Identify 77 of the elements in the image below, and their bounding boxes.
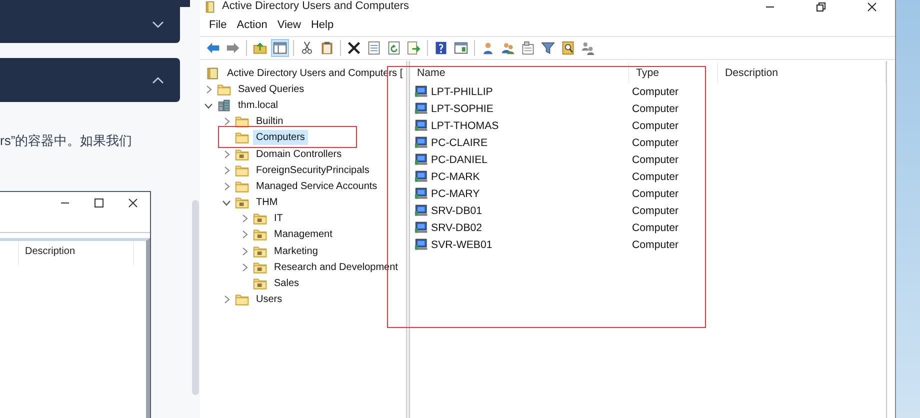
column-header[interactable]: Type	[629, 63, 718, 83]
table-cell: LPT-PHILLIP	[431, 86, 493, 98]
close-icon[interactable]	[867, 2, 877, 12]
tree-item[interactable]: Computers	[253, 130, 308, 146]
tree-item[interactable]: Marketing	[271, 244, 321, 259]
computer-icon	[415, 119, 430, 132]
table-cell: LPT-THOMAS	[431, 120, 499, 132]
computer-icon	[415, 238, 430, 251]
folder-icon	[235, 180, 249, 193]
table-cell: PC-MARK	[431, 170, 480, 182]
menu-item[interactable]: View	[272, 16, 306, 32]
tree-item[interactable]: THM	[253, 195, 281, 210]
scrollbar-thumb[interactable]	[192, 200, 199, 395]
chevron-up-icon[interactable]	[152, 76, 164, 84]
tree-item[interactable]: Users	[253, 292, 286, 308]
tree-item[interactable]: Saved Queries	[235, 82, 308, 97]
table-cell: SRV-DB02	[431, 222, 482, 234]
computer-icon	[415, 204, 430, 217]
table-cell: PC-CLAIRE	[431, 136, 488, 148]
console-icon	[206, 66, 220, 80]
table-cell: PC-DANIEL	[431, 154, 488, 166]
tree-item[interactable]: IT	[271, 211, 286, 226]
folder-icon	[235, 148, 249, 161]
folder-icon	[235, 164, 249, 177]
maximize-icon[interactable]	[94, 198, 104, 208]
tree-item[interactable]: Sales	[271, 276, 302, 292]
tree-item[interactable]: thm.local	[235, 98, 282, 113]
domain-icon	[217, 98, 231, 112]
table-cell-text: Computer	[631, 154, 679, 166]
table-cell-text: Computer	[631, 120, 679, 132]
table-cell-text: Computer	[631, 238, 679, 250]
table-cell: SVR-WEB01	[431, 238, 492, 250]
table-cell-text: Computer	[631, 204, 679, 216]
folder-icon	[253, 228, 267, 242]
tree-item[interactable]: Management	[271, 227, 336, 242]
computer-icon	[415, 170, 430, 183]
table-cell-text: Computer	[631, 136, 679, 148]
computer-icon	[415, 102, 430, 115]
folder-icon	[217, 82, 231, 96]
computer-icon	[415, 187, 430, 200]
menu-item[interactable]: Help	[306, 16, 339, 32]
table-cell-text: Computer	[631, 170, 679, 182]
menu-item[interactable]: Action	[232, 16, 272, 32]
paragraph-text: rs”的容器中。如果我们	[0, 132, 134, 150]
folder-icon	[253, 260, 267, 274]
tree-item[interactable]: Managed Service Accounts	[253, 178, 380, 194]
table-cell-text: Computer	[631, 222, 679, 234]
tree-item[interactable]: Domain Controllers	[253, 146, 345, 162]
folder-icon	[235, 293, 249, 306]
menu-item[interactable]: File	[204, 16, 232, 32]
table-cell-text: Computer	[631, 86, 679, 98]
folder-icon	[235, 196, 249, 210]
export-icon[interactable]	[405, 39, 423, 57]
chevron-down-icon[interactable]	[152, 21, 164, 29]
table-cell: SRV-DB01	[431, 204, 482, 216]
folder-icon	[253, 212, 267, 226]
restore-icon[interactable]	[816, 2, 826, 12]
console-tree-icon[interactable]	[271, 39, 289, 57]
close-icon[interactable]	[128, 198, 138, 208]
table-cell-text: Computer	[631, 188, 679, 200]
app-icon	[204, 1, 216, 13]
computer-icon	[415, 85, 430, 98]
table-cell-text: Computer	[631, 102, 679, 114]
tree-item[interactable]: ForeignSecurityPrincipals	[253, 162, 372, 178]
computer-icon	[415, 221, 430, 234]
table-cell: PC-MARY	[431, 188, 480, 200]
column-header[interactable]: Name	[410, 63, 630, 83]
window-title: Active Directory Users and Computers	[222, 0, 410, 12]
tree-item[interactable]: Builtin	[253, 114, 286, 130]
folder-icon	[235, 131, 249, 144]
computer-icon	[415, 136, 430, 149]
column-header[interactable]: Description	[18, 241, 134, 265]
table-cell: LPT-SOPHIE	[431, 102, 494, 114]
folder-icon	[253, 244, 267, 258]
delete-icon[interactable]	[345, 39, 363, 57]
folder-icon	[253, 277, 267, 290]
computer-icon	[415, 153, 430, 166]
